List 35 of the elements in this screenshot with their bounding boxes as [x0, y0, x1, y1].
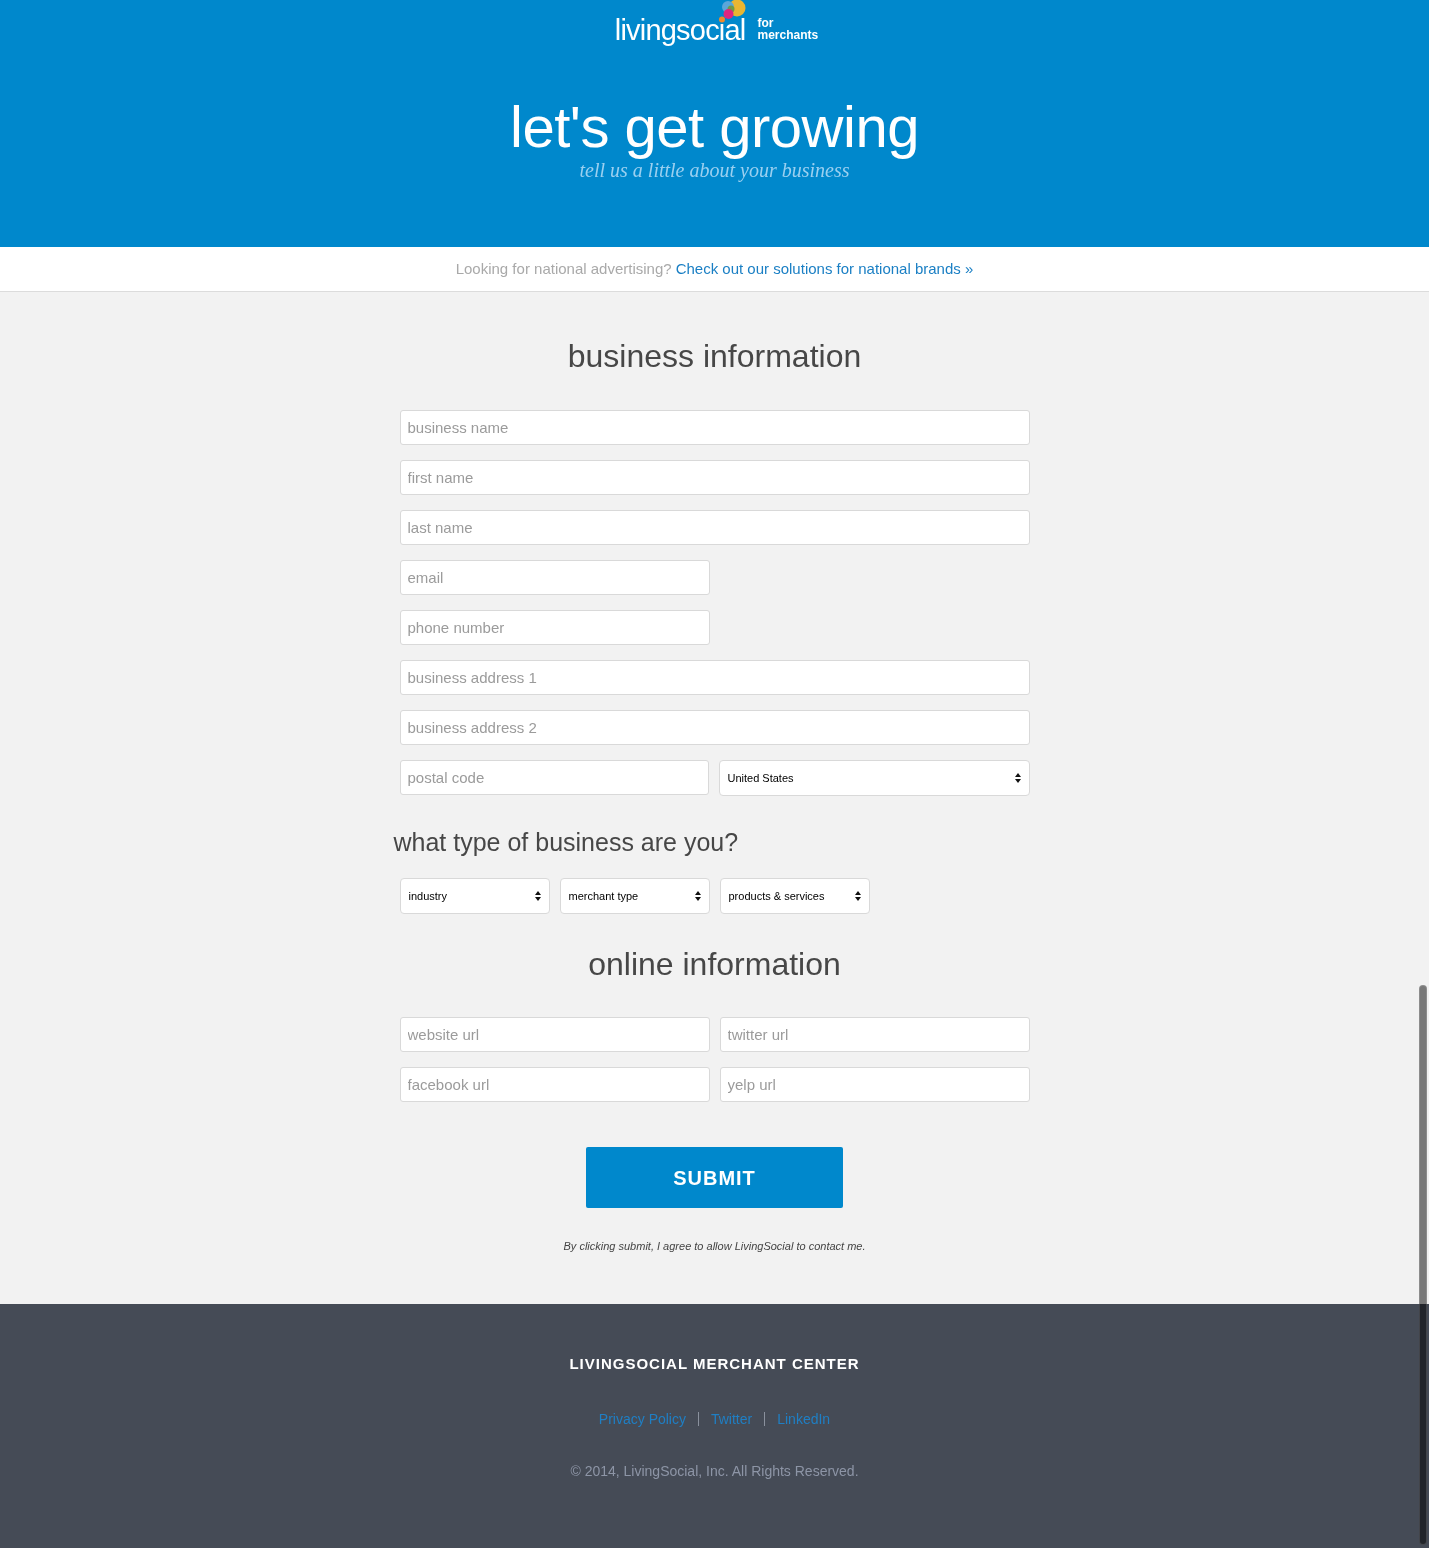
national-brands-link[interactable]: Check out our solutions for national brands »	[675, 257, 974, 281]
input-field[interactable]: yelp url	[719, 1067, 1030, 1102]
dropdown-select[interactable]: merchant type	[559, 878, 710, 914]
page-subtitle: tell us a little about your business	[579, 159, 850, 182]
input-field[interactable]: facebook url	[399, 1067, 710, 1102]
input-field[interactable]: last name	[399, 510, 1030, 545]
section-heading: business information	[566, 337, 863, 375]
input-field[interactable]: postal code	[399, 760, 709, 795]
page-title: let's get growing	[510, 94, 919, 160]
dropdown-select[interactable]: products & services	[719, 878, 870, 914]
footer-title: LIVINGSOCIAL MERCHANT CENTER	[569, 1355, 860, 1373]
updown-arrows-icon	[1014, 773, 1021, 783]
logo-tagline: for	[757, 17, 775, 29]
dropdown-select[interactable]: United States	[718, 760, 1030, 796]
logo-tagline: merchants	[757, 29, 819, 41]
consent-note: By clicking submit, I agree to allow LivingSocial to contact me.	[562, 1239, 867, 1253]
updown-arrows-icon	[694, 891, 701, 901]
input-field[interactable]: twitter url	[719, 1017, 1030, 1052]
input-field[interactable]: business address 1	[399, 660, 1030, 695]
logo-wordmark[interactable]: livingsocial	[614, 12, 746, 48]
input-field[interactable]: business name	[399, 410, 1030, 445]
info-text: Looking for national advertising?	[455, 258, 672, 279]
input-field[interactable]: website url	[399, 1017, 710, 1052]
updown-arrows-icon	[534, 891, 541, 901]
input-field[interactable]: business address 2	[399, 710, 1030, 745]
copyright-text: © 2014, LivingSocial, Inc. All Rights Reserved.	[570, 1462, 859, 1480]
updown-arrows-icon	[854, 891, 861, 901]
input-field[interactable]: phone number	[399, 610, 710, 645]
section-heading: what type of business are you?	[393, 827, 740, 857]
scrollbar-thumb[interactable]	[1419, 985, 1427, 1545]
dropdown-select[interactable]: industry	[399, 878, 550, 914]
submit-button[interactable]: SUBMIT	[586, 1147, 843, 1208]
input-field[interactable]: email	[399, 560, 710, 595]
section-heading: online information	[587, 945, 842, 983]
input-field[interactable]: first name	[399, 460, 1030, 495]
